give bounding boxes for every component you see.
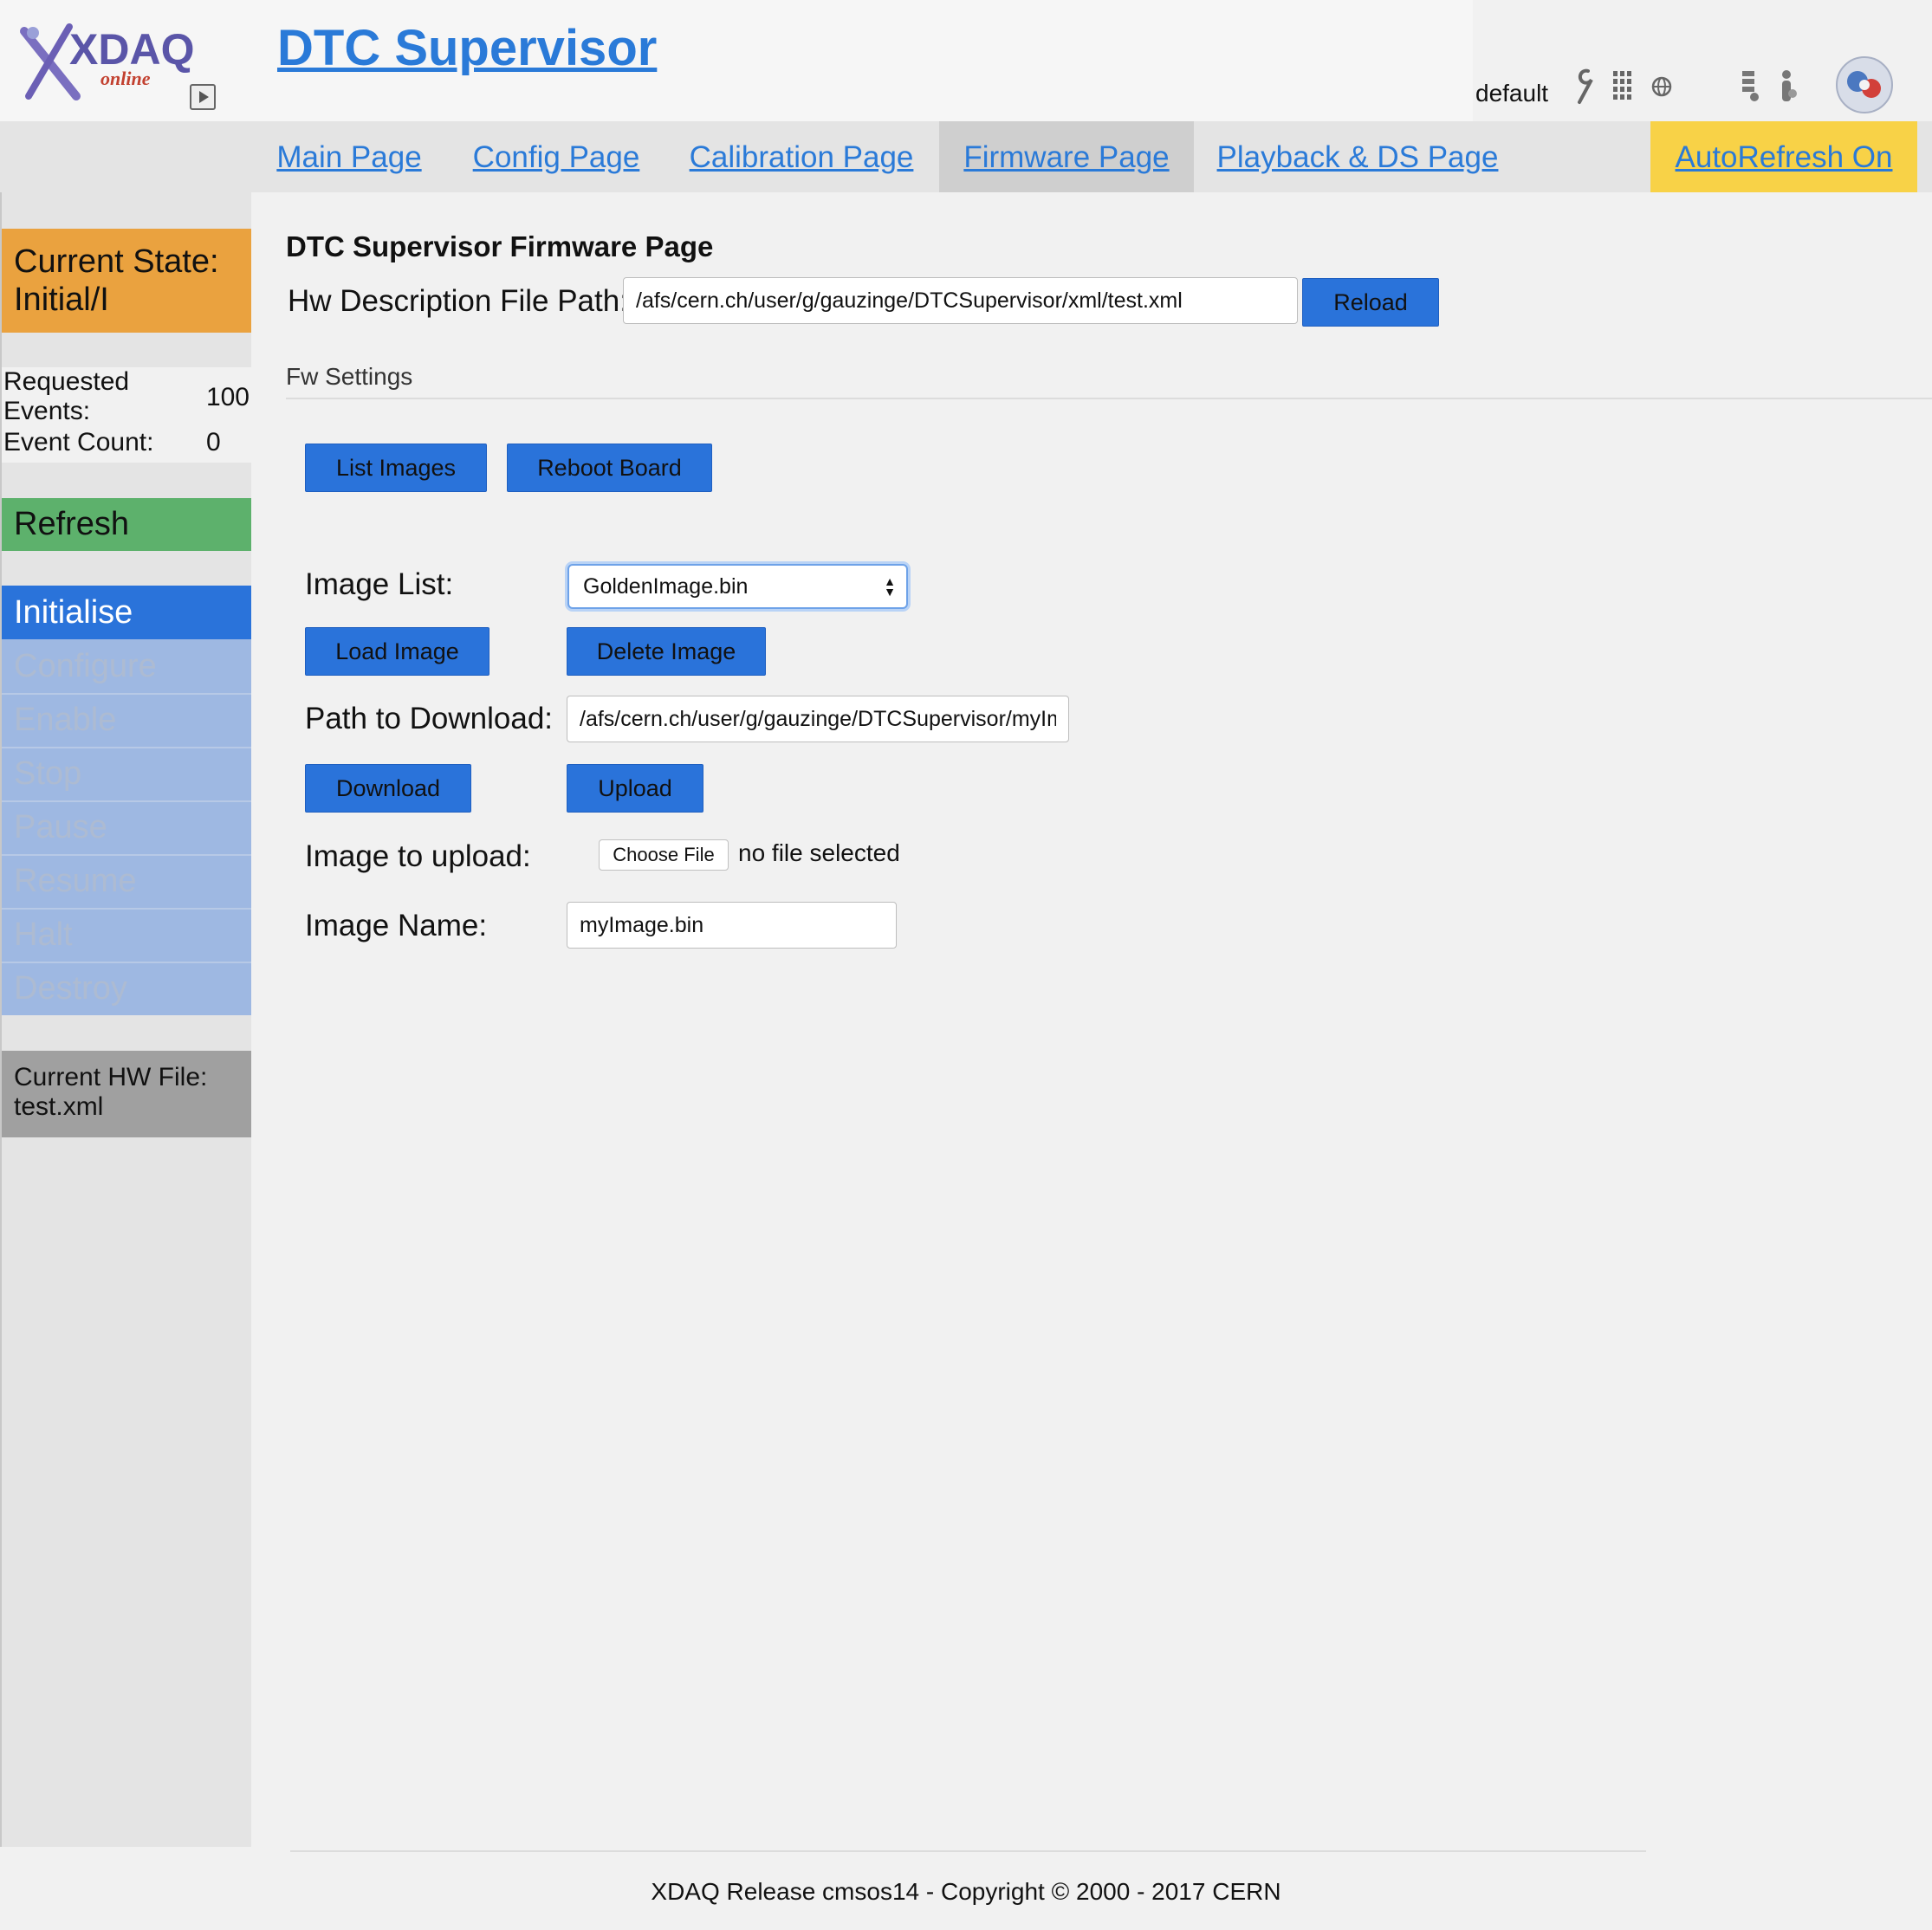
current-hw-file-box: Current HW File: test.xml [2, 1051, 251, 1137]
user-name: default [1475, 80, 1549, 107]
logo-subtext: online [100, 68, 151, 89]
footer-divider [290, 1850, 1646, 1852]
event-stats: Requested Events: 100 Event Count: 0 [2, 367, 251, 463]
app-title[interactable]: DTC Supervisor [277, 19, 657, 77]
current-state-box: Current State: Initial/I [2, 229, 251, 333]
cmd-enable[interactable]: Enable [2, 693, 251, 747]
server-icon[interactable] [1739, 68, 1761, 106]
cmd-resume[interactable]: Resume [2, 854, 251, 908]
load-image-button[interactable]: Load Image [305, 627, 489, 676]
download-button[interactable]: Download [305, 764, 471, 813]
user-settings-icon[interactable] [1776, 68, 1799, 106]
delete-image-button[interactable]: Delete Image [567, 627, 766, 676]
path-download-label: Path to Download: [305, 702, 554, 735]
cmd-pause[interactable]: Pause [2, 800, 251, 854]
choose-file-button[interactable]: Choose File [599, 839, 729, 871]
upload-button[interactable]: Upload [567, 764, 703, 813]
page-title: DTC Supervisor Firmware Page [286, 230, 714, 262]
list-images-button[interactable]: List Images [305, 444, 487, 492]
avatar[interactable] [1835, 55, 1894, 114]
image-upload-label: Image to upload: [305, 839, 531, 873]
tab-firmware-page[interactable]: Firmware Page [939, 121, 1194, 192]
current-hw-file-label: Current HW File: [14, 1063, 208, 1091]
select-arrows-icon: ▲ ▼ [884, 574, 896, 599]
image-list-select[interactable]: GoldenImage.bin ▲ ▼ [567, 564, 908, 609]
image-list-label: Image List: [305, 567, 454, 601]
requested-events-label-2: Events: [3, 397, 91, 425]
section-divider [286, 398, 1932, 399]
cmd-halt[interactable]: Halt [2, 908, 251, 962]
wrench-icon[interactable] [1572, 68, 1595, 106]
requested-events-label: Requested [3, 367, 130, 396]
header-bar [0, 0, 1473, 121]
no-file-selected-text: no file selected [738, 839, 900, 866]
cmd-configure[interactable]: Configure [2, 639, 251, 693]
tab-calibration-page[interactable]: Calibration Page [675, 121, 928, 192]
image-name-input[interactable] [567, 902, 897, 949]
xdaq-logo[interactable]: XDAQ online [16, 14, 194, 109]
event-count-label: Event Count: [3, 428, 154, 457]
event-count-value: 0 [206, 428, 221, 457]
hw-path-label: Hw Description File Path: [288, 284, 628, 318]
tab-playback-ds-page[interactable]: Playback & DS Page [1207, 121, 1508, 192]
state-commands: Initialise Configure Enable Stop Pause R… [2, 586, 251, 1015]
current-state-value: Initial/I [14, 282, 109, 318]
cmd-stop[interactable]: Stop [2, 747, 251, 800]
image-name-label: Image Name: [305, 909, 488, 942]
cmd-initialise[interactable]: Initialise [2, 586, 251, 639]
fw-settings-heading: Fw Settings [286, 363, 413, 390]
reload-button[interactable]: Reload [1302, 278, 1439, 327]
hw-path-input[interactable] [623, 277, 1298, 324]
image-list-selected: GoldenImage.bin [583, 574, 749, 599]
globe-icon[interactable] [1650, 68, 1673, 106]
current-hw-file-value: test.xml [14, 1092, 104, 1121]
tab-main-page[interactable]: Main Page [260, 121, 438, 192]
grid-icon[interactable] [1611, 68, 1634, 106]
current-state-label: Current State: [14, 243, 219, 280]
autorefresh-toggle[interactable]: AutoRefresh On [1650, 121, 1917, 192]
play-icon[interactable] [190, 84, 216, 110]
footer-copyright: XDAQ Release cmsos14 - Copyright © 2000 … [651, 1878, 1281, 1905]
refresh-button[interactable]: Refresh [2, 498, 251, 551]
reboot-board-button[interactable]: Reboot Board [507, 444, 712, 492]
cmd-destroy[interactable]: Destroy [2, 962, 251, 1015]
path-download-input[interactable] [567, 696, 1069, 742]
requested-events-value: 100 [205, 383, 250, 411]
tab-config-page[interactable]: Config Page [459, 121, 653, 192]
